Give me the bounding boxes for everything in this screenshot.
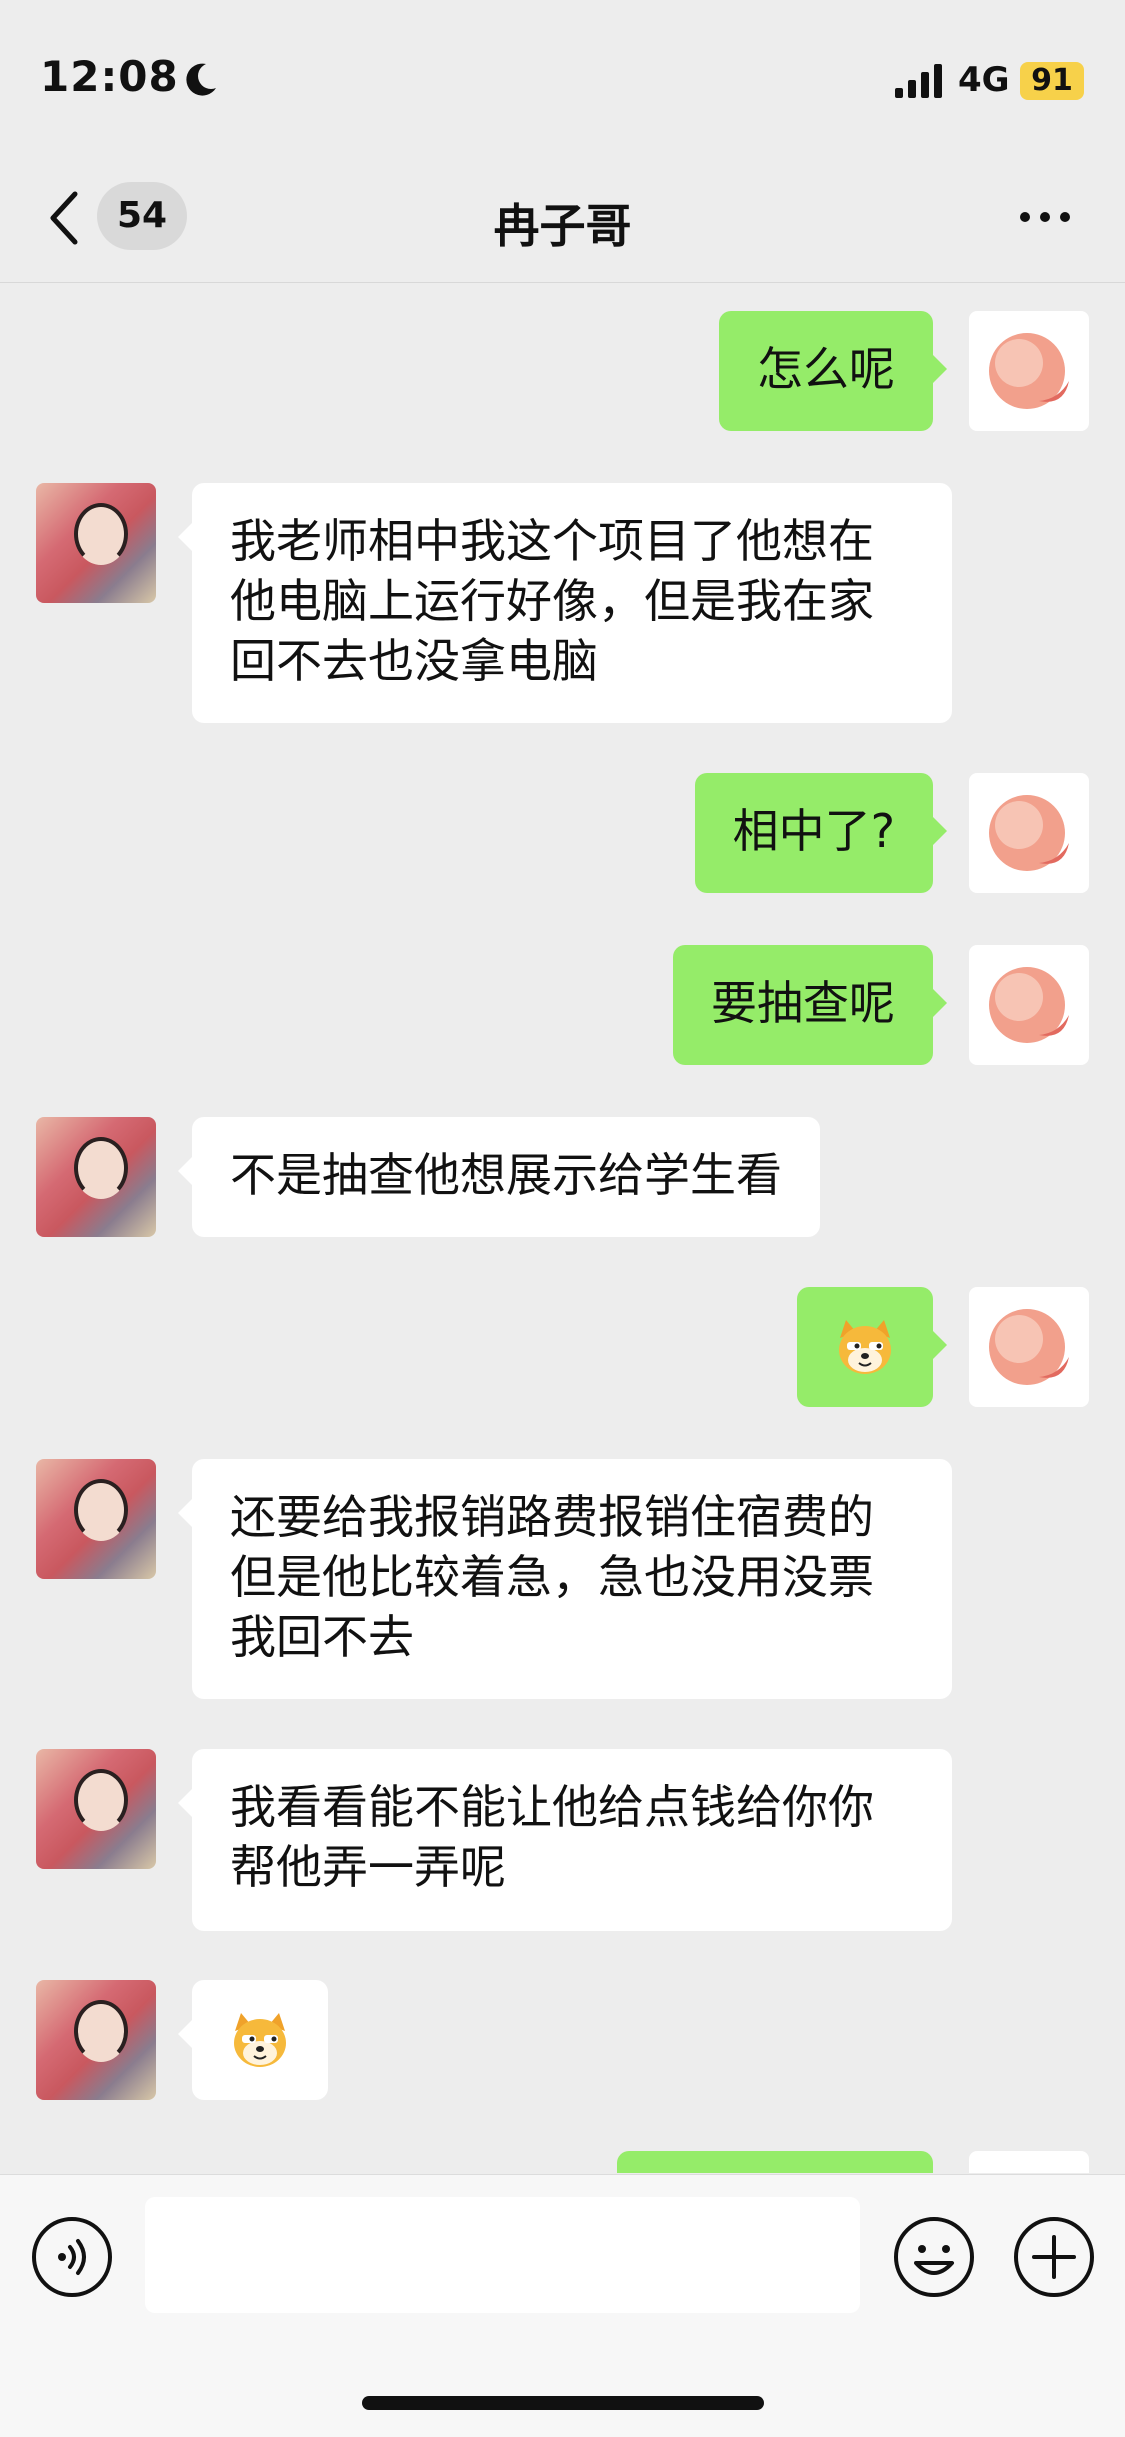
my-avatar[interactable] [969, 2151, 1089, 2173]
battery-level: 91 [1020, 62, 1084, 100]
contact-avatar[interactable] [36, 483, 156, 603]
status-time: 12:08 [40, 52, 179, 101]
peach-icon [989, 795, 1069, 871]
message-bubble-outgoing[interactable]: 怎么呢 [719, 311, 947, 431]
message-bubble-outgoing[interactable]: 相中了? [694, 773, 948, 893]
contact-avatar[interactable] [36, 1117, 156, 1237]
message-bubble-incoming[interactable]: 还要给我报销路费报销住宿费的但是他比较着急，急也没用没票我回不去 [178, 1459, 952, 1699]
message-bubble-incoming[interactable]: 我老师相中我这个项目了他想在他电脑上运行好像，但是我在家回不去也没拿电脑 [178, 483, 952, 723]
message-bubble-incoming[interactable]: 我看看能不能让他给点钱给你你帮他弄一弄呢 [178, 1749, 952, 1931]
my-avatar[interactable] [969, 311, 1089, 431]
message-list[interactable]: 怎么呢 我老师相中我这个项目了他想在他电脑上运行好像，但是我在家回不去也没拿电脑… [0, 283, 1125, 2173]
doge-emoji-icon [839, 1320, 891, 1374]
moon-icon [186, 63, 216, 96]
peach-icon [969, 2151, 1089, 2173]
doge-emoji-icon [234, 2013, 286, 2067]
home-indicator[interactable] [362, 2396, 764, 2410]
network-type: 4G [958, 60, 1010, 100]
unread-count-badge[interactable]: 54 [97, 182, 187, 250]
message-bubble-incoming[interactable] [178, 1980, 328, 2100]
chat-header: 54 冉子哥 [0, 160, 1125, 283]
emoji-icon[interactable] [892, 2215, 976, 2299]
plus-icon[interactable] [1012, 2215, 1096, 2299]
contact-avatar[interactable] [36, 1980, 156, 2100]
contact-avatar[interactable] [36, 1749, 156, 1869]
peach-icon [989, 333, 1069, 409]
back-chevron-icon[interactable] [45, 188, 85, 248]
message-bubble-outgoing[interactable] [797, 1287, 947, 1407]
message-bubble-outgoing[interactable] [617, 2151, 933, 2173]
message-input[interactable] [145, 2197, 860, 2313]
my-avatar[interactable] [969, 1287, 1089, 1407]
status-bar: 12:08 4G 91 [0, 0, 1125, 160]
my-avatar[interactable] [969, 773, 1089, 893]
peach-icon [989, 1309, 1069, 1385]
my-avatar[interactable] [969, 945, 1089, 1065]
more-options-icon[interactable] [1015, 192, 1075, 242]
peach-icon [989, 967, 1069, 1043]
message-bubble-outgoing[interactable]: 要抽查呢 [673, 945, 947, 1065]
contact-avatar[interactable] [36, 1459, 156, 1579]
message-bubble-incoming[interactable]: 不是抽查他想展示给学生看 [178, 1117, 820, 1237]
voice-input-icon[interactable] [30, 2215, 114, 2299]
cellular-signal-icon [895, 64, 942, 98]
